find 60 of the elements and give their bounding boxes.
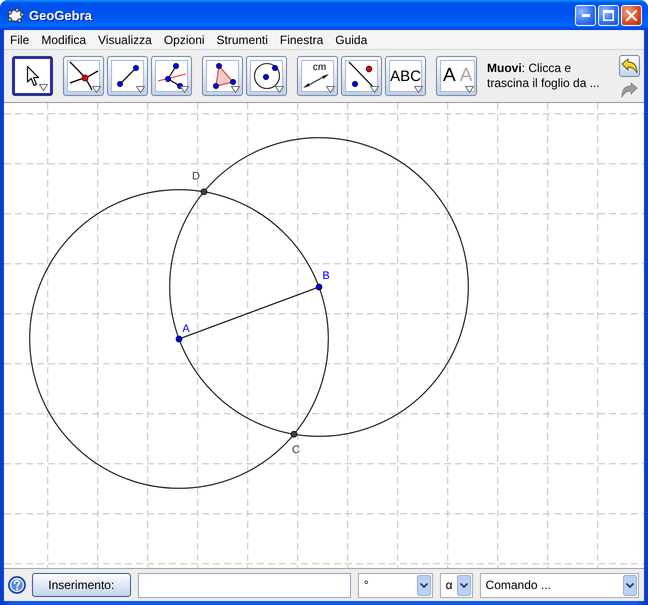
caret-icon [414, 86, 423, 93]
segment-icon [114, 63, 140, 89]
caret-icon [231, 86, 240, 93]
maximize-icon [603, 10, 614, 20]
help-icon[interactable] [8, 576, 26, 594]
app-logo-icon [7, 8, 24, 22]
point-label: C [292, 444, 300, 456]
caret-icon [92, 86, 101, 93]
tool-button[interactable] [246, 56, 287, 96]
point-icon[interactable] [200, 188, 208, 196]
tool-button[interactable]: cm [297, 56, 338, 96]
menu-item[interactable]: Finestra [274, 32, 330, 48]
point-label: D [192, 170, 200, 183]
angle-bisector-icon [156, 62, 186, 90]
input-label-button[interactable]: Inserimento: [32, 573, 131, 597]
menu-item[interactable]: File [4, 32, 36, 48]
double-arrow-icon [302, 73, 330, 89]
caret-icon [39, 84, 48, 91]
window-title: GeoGebra [29, 8, 92, 22]
caret-icon [180, 86, 189, 93]
tool-button[interactable] [341, 56, 382, 96]
minimize-icon [582, 14, 590, 16]
tool-button[interactable] [202, 56, 243, 96]
tool-button[interactable] [107, 56, 148, 96]
undo-button[interactable] [619, 55, 640, 77]
unit-dropdown[interactable]: ° [358, 572, 433, 598]
tool-button[interactable] [151, 56, 192, 96]
symbol-dropdown[interactable]: α [440, 572, 473, 598]
caret-icon [326, 86, 335, 93]
cursor-icon [26, 65, 40, 87]
line-segment[interactable] [182, 287, 316, 339]
close-button[interactable] [621, 4, 642, 26]
tool-button[interactable] [63, 56, 104, 96]
point-icon[interactable] [176, 336, 182, 342]
intersecting-curves-icon [68, 61, 98, 91]
point-label: A [182, 322, 190, 335]
redo-icon [621, 82, 638, 98]
menu-item[interactable]: Guida [329, 32, 374, 48]
tool-button[interactable] [12, 56, 53, 96]
caret-icon [136, 86, 145, 93]
point-icon[interactable] [316, 284, 322, 290]
menu-item[interactable]: Opzioni [158, 32, 211, 48]
input-field[interactable] [138, 572, 351, 598]
tool-button[interactable]: A A [436, 56, 477, 96]
point-label: B [322, 270, 330, 282]
point-icon[interactable] [290, 430, 298, 438]
caret-icon [465, 86, 474, 93]
menu-item[interactable]: Strumenti [210, 32, 274, 48]
minimize-button[interactable] [575, 4, 596, 26]
maximize-button[interactable] [598, 4, 619, 26]
menu-item[interactable]: Modifica [35, 32, 92, 48]
undo-icon [621, 58, 638, 74]
caret-icon [370, 86, 379, 93]
circle-point-icon [252, 62, 280, 90]
command-dropdown[interactable]: Comando ... [480, 572, 639, 598]
close-icon [626, 10, 637, 20]
caret-icon [275, 86, 284, 93]
tool-help-text: Muovi: Clicca e trascina il foglio da ... [487, 61, 601, 91]
menu-item[interactable]: Visualizza [92, 32, 158, 48]
tool-button[interactable]: ABC [385, 56, 426, 96]
